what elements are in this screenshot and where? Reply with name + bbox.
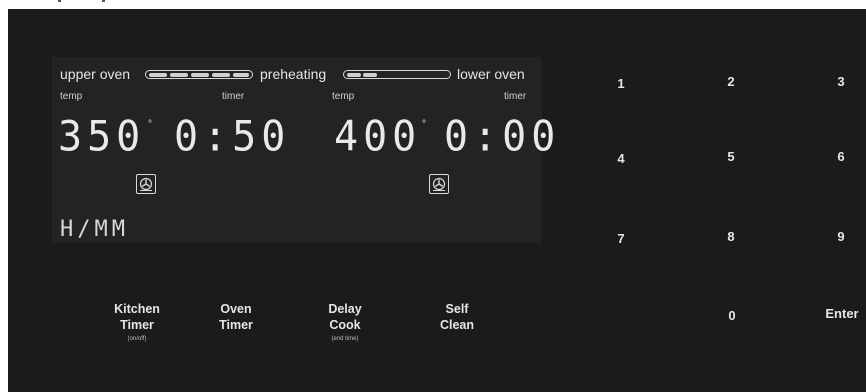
lower-temp-value: 400 <box>334 112 422 162</box>
delay-cook-sub: (end time) <box>331 336 359 342</box>
mode-readout: H/MM <box>60 217 129 242</box>
key-0[interactable]: 0 <box>725 308 739 323</box>
upper-timer-label: timer <box>222 91 245 102</box>
lower-preheat-bar <box>343 70 451 79</box>
key-6[interactable]: 6 <box>834 149 848 164</box>
delay-cook-button[interactable]: Delay Cook (end time) <box>300 301 390 342</box>
key-7[interactable]: 7 <box>614 231 628 246</box>
kitchen-timer-sub: (on/off) <box>127 336 147 342</box>
key-5[interactable]: 5 <box>724 149 738 164</box>
oven-timer-line2: Timer <box>219 318 253 332</box>
key-8[interactable]: 8 <box>724 229 738 244</box>
key-9[interactable]: 9 <box>834 229 848 244</box>
upper-degree-mark: ° <box>148 119 152 130</box>
kitchen-timer-line1: Kitchen <box>114 302 160 316</box>
control-panel: upper oven preheating lower oven temp ti… <box>8 9 866 392</box>
oven-display: upper oven preheating lower oven temp ti… <box>52 57 555 243</box>
upper-preheat-bar <box>145 70 253 79</box>
lower-temp-label: temp <box>332 91 355 102</box>
enter-key[interactable]: Enter <box>822 306 862 321</box>
self-clean-line2: Clean <box>439 318 475 332</box>
oven-timer-button[interactable]: Oven Timer <box>191 301 281 333</box>
key-3[interactable]: 3 <box>834 74 848 89</box>
upper-temp-label: temp <box>60 91 83 102</box>
lower-convection-fan-icon <box>429 174 449 194</box>
preheating-label: preheating <box>260 66 327 82</box>
upper-oven-label: upper oven <box>60 66 131 82</box>
key-4[interactable]: 4 <box>614 151 628 166</box>
top-edge-marks <box>58 0 105 2</box>
delay-cook-line2: Cook <box>329 318 361 332</box>
lower-oven-label: lower oven <box>457 66 525 82</box>
lower-degree-mark: ° <box>422 119 426 130</box>
kitchen-timer-button[interactable]: Kitchen Timer (on/off) <box>92 301 182 342</box>
kitchen-timer-line2: Timer <box>120 318 154 332</box>
upper-timer-value: 0:50 <box>174 112 291 162</box>
oven-timer-line1: Oven <box>220 302 252 316</box>
lower-timer-value: 0:00 <box>444 112 561 162</box>
upper-temp-value: 350 <box>58 112 146 162</box>
self-clean-button[interactable]: Self Clean <box>412 301 502 333</box>
lower-timer-label: timer <box>504 91 527 102</box>
self-clean-line1: Self <box>445 302 469 316</box>
upper-convection-fan-icon <box>136 174 156 194</box>
key-2[interactable]: 2 <box>724 74 738 89</box>
key-1[interactable]: 1 <box>614 76 628 91</box>
delay-cook-line1: Delay <box>328 302 362 316</box>
